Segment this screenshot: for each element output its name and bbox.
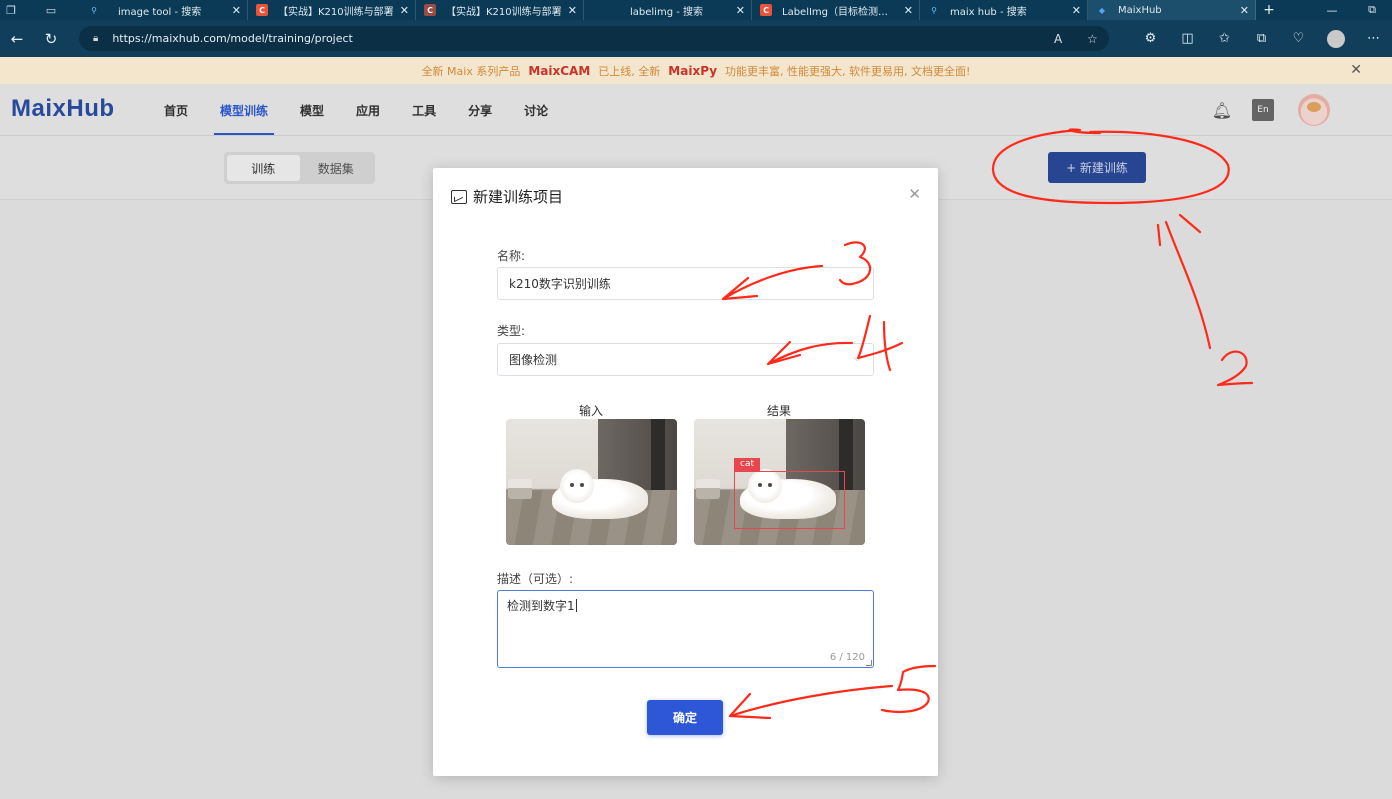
close-icon[interactable]: ✕ [736, 4, 745, 17]
chevron-down-icon: ⌵ [853, 353, 861, 364]
tab-title: image tool - 搜索 [118, 6, 202, 18]
confirm-button[interactable]: 确定 [647, 700, 723, 735]
name-field[interactable]: k210数字识别训练 [497, 267, 874, 300]
char-count: 6 / 120 [829, 652, 865, 663]
csdn-icon: C [760, 4, 772, 16]
announcement-product-2[interactable]: MaixPy [668, 64, 717, 78]
description-value: 检测到数字1 [507, 599, 575, 613]
browser-tab[interactable]: C 【实战】K210训练与部署 ✕ [248, 0, 416, 20]
back-icon[interactable]: ← [0, 20, 34, 57]
split-screen-icon[interactable]: ◫ [1169, 31, 1206, 46]
close-icon[interactable]: ✕ [568, 4, 577, 17]
search-icon: ⚲ [931, 5, 937, 15]
browser-tab[interactable]: ⚲ image tool - 搜索 ✕ [80, 0, 248, 20]
detection-box [734, 471, 845, 529]
search-icon: ⚲ [91, 5, 97, 15]
favorite-star-icon[interactable]: ☆ [1087, 26, 1098, 51]
resize-handle[interactable] [866, 660, 872, 666]
tab-title: 【实战】K210训练与部署 [446, 6, 562, 18]
browser-tab[interactable]: C LabelImg（目标检测标注 ✕ [752, 0, 920, 20]
announcement-product-1[interactable]: MaixCAM [528, 64, 590, 78]
url-field[interactable]: 🔒︎ https://maixhub.com/model/training/pr… [79, 26, 1109, 51]
name-field-value: k210数字识别训练 [509, 277, 611, 291]
window-controls: — ⧉ [1312, 0, 1392, 20]
profile-avatar[interactable] [1327, 29, 1345, 48]
close-icon[interactable]: ✕ [908, 185, 921, 203]
read-aloud-icon[interactable]: A [1054, 26, 1062, 51]
browser-essentials-icon[interactable]: ♡ [1280, 31, 1317, 46]
new-tab-icon[interactable]: + [1256, 0, 1282, 20]
tab-title: maix hub - 搜索 [950, 6, 1027, 18]
favorites-icon[interactable]: ✩ [1206, 31, 1243, 46]
collections-icon[interactable]: ⧉ [1243, 31, 1280, 46]
dialog-title-text: 新建训练项目 [473, 188, 564, 206]
input-caption: 输入 [578, 404, 603, 418]
csdn-icon: C [424, 4, 436, 16]
type-label: 类型: [497, 324, 526, 338]
minimize-icon[interactable]: — [1312, 0, 1352, 20]
tab-title: MaixHub [1118, 4, 1162, 16]
tab-title: LabelImg（目标检测标注 [782, 6, 898, 18]
browser-tab-bar: ❐ ▭ ⚲ image tool - 搜索 ✕ C 【实战】K210训练与部署 … [0, 0, 1392, 20]
announcement-text-3: 功能更丰富, 性能更强大, 软件更易用, 文档更全面! [725, 64, 971, 78]
csdn-icon: C [256, 4, 268, 16]
close-icon[interactable]: ✕ [1072, 4, 1081, 17]
result-caption: 结果 [766, 404, 791, 418]
tab-title: 【实战】K210训练与部署 [278, 6, 394, 18]
detection-label: cat [734, 458, 760, 471]
type-select[interactable]: 图像检测 ⌵ [497, 343, 874, 376]
close-icon[interactable]: ✕ [1350, 62, 1362, 78]
result-example-image: cat [694, 419, 865, 545]
dialog-title: 新建训练项目 [451, 186, 563, 207]
close-icon[interactable]: ✕ [904, 4, 913, 17]
more-menu-icon[interactable]: ⋯ [1355, 31, 1392, 46]
name-label: 名称: [497, 249, 526, 263]
maixhub-icon: ◆ [1098, 5, 1106, 15]
tab-actions-icon[interactable]: ▭ [22, 0, 80, 20]
url-text: https://maixhub.com/model/training/proje… [112, 32, 353, 45]
close-icon[interactable]: ✕ [232, 4, 241, 17]
restore-icon[interactable]: ⧉ [1352, 0, 1392, 20]
announcement-bar: 全新 Maix 系列产品 MaixCAM 已上线, 全新 MaixPy 功能更丰… [0, 57, 1392, 84]
announcement-text-1: 全新 Maix 系列产品 [421, 64, 521, 78]
description-label: 描述（可选）: [497, 572, 574, 586]
close-icon[interactable]: ✕ [1240, 4, 1249, 17]
close-icon[interactable]: ✕ [400, 4, 409, 17]
lock-icon: 🔒︎ [93, 33, 99, 44]
refresh-icon[interactable]: ↻ [34, 20, 68, 57]
browser-tab[interactable]: labelimg - 搜索 ✕ [584, 0, 752, 20]
announcement-text-2: 已上线, 全新 [598, 64, 661, 78]
tab-title: labelimg - 搜索 [630, 6, 704, 18]
type-select-value: 图像检测 [509, 353, 558, 367]
browser-address-bar: ← ↻ 🔒︎ https://maixhub.com/model/trainin… [0, 20, 1392, 57]
search-icon [592, 4, 604, 16]
workspaces-icon[interactable]: ❐ [0, 0, 22, 20]
browser-tab-active[interactable]: ◆ MaixHub ✕ [1088, 0, 1256, 20]
description-textarea[interactable]: 检测到数字1 6 / 120 [497, 590, 874, 668]
browser-tab[interactable]: C 【实战】K210训练与部署 ✕ [416, 0, 584, 20]
browser-toolbar: ⚙ ◫ ✩ ⧉ ♡ ⋯ [1132, 20, 1392, 57]
browser-tab[interactable]: ⚲ maix hub - 搜索 ✕ [920, 0, 1088, 20]
input-example-image [506, 419, 677, 545]
extensions-icon[interactable]: ⚙ [1132, 31, 1169, 46]
new-training-dialog: 新建训练项目 ✕ 名称: k210数字识别训练 类型: 图像检测 ⌵ 输入 结果… [433, 168, 938, 776]
chart-icon [451, 189, 467, 204]
